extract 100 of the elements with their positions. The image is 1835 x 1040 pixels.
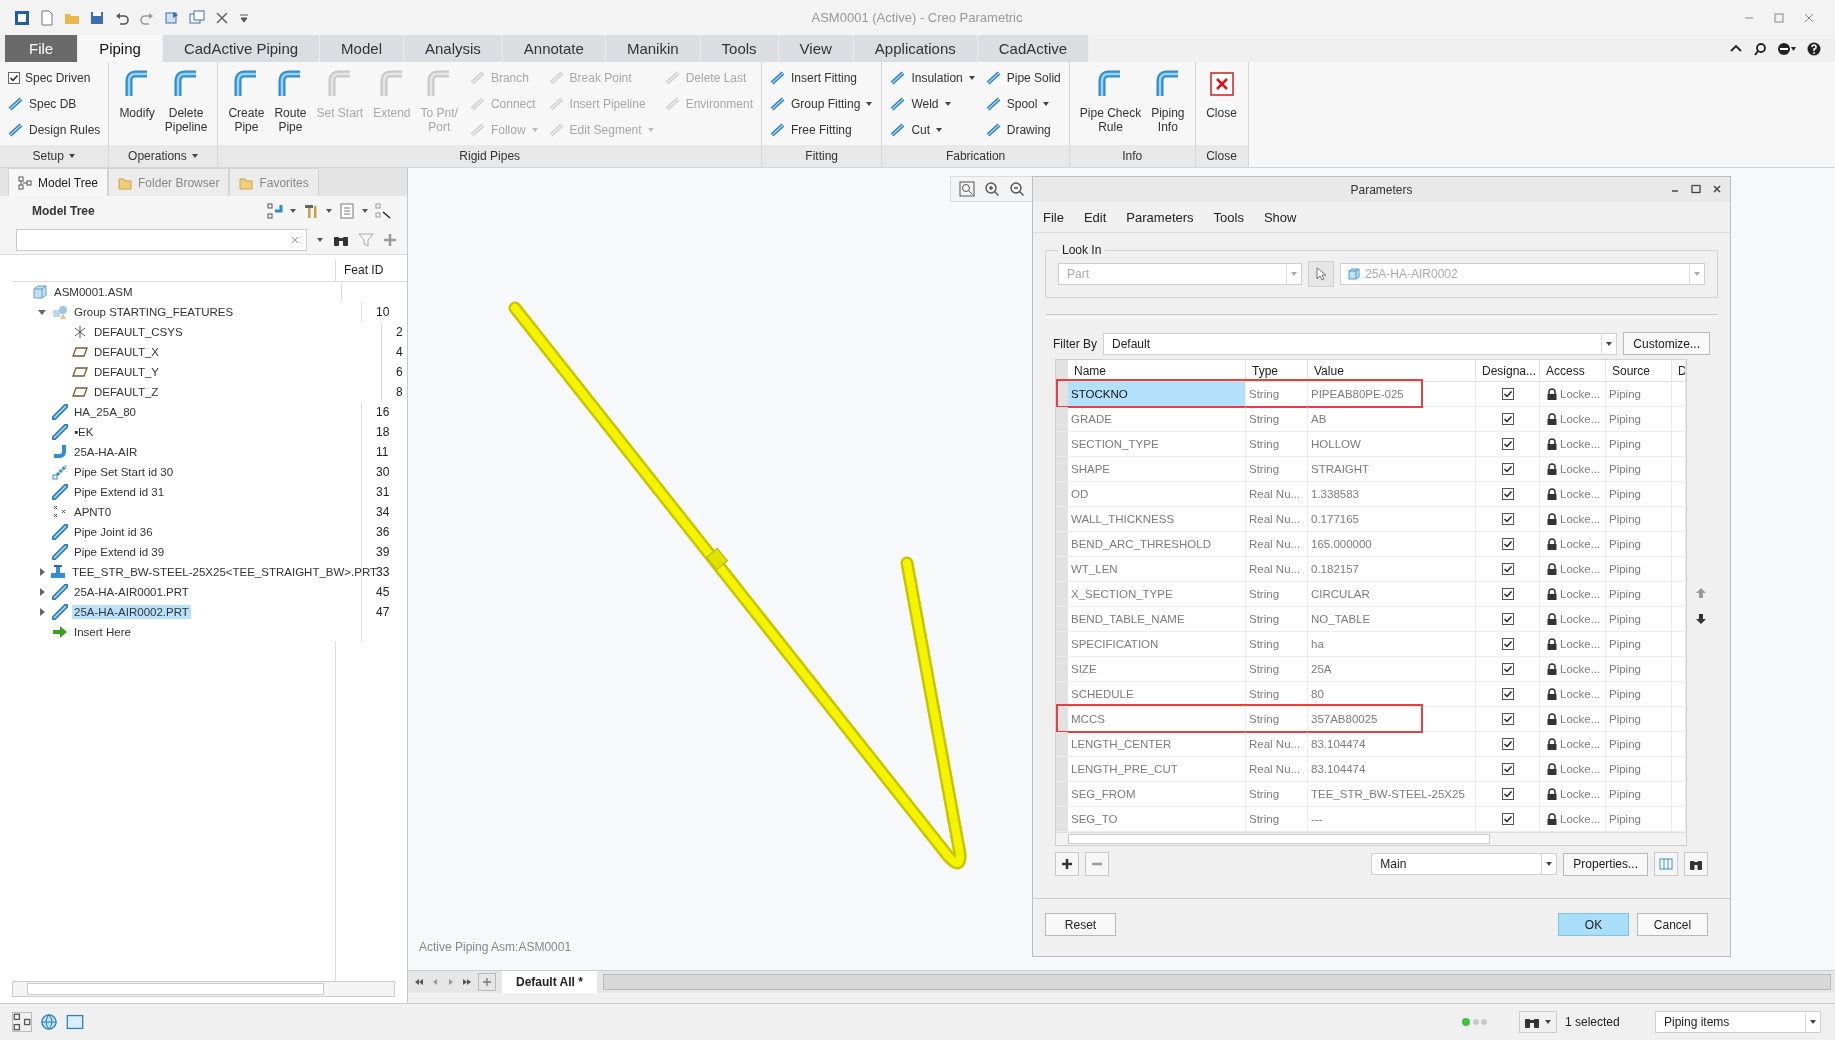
expand-toggle-icon[interactable] bbox=[38, 308, 46, 316]
caret-icon[interactable] bbox=[67, 152, 76, 160]
properties-button[interactable]: Properties... bbox=[1563, 852, 1648, 876]
checkbox[interactable] bbox=[1501, 663, 1514, 675]
table-cell[interactable]: SECTION_TYPE bbox=[1068, 432, 1246, 456]
ribbon-tab[interactable]: Piping bbox=[78, 35, 163, 62]
checkbox[interactable] bbox=[1501, 388, 1514, 400]
tree-item[interactable]: 25A-HA-AIR0002.PRT bbox=[72, 605, 191, 619]
tools-icon[interactable] bbox=[303, 203, 319, 219]
ribbon-button[interactable]: Piping Info bbox=[1147, 66, 1189, 145]
tree-item[interactable]: ASM0001.ASM bbox=[52, 285, 135, 299]
checkbox[interactable] bbox=[1501, 713, 1514, 725]
ribbon-button[interactable]: Weld bbox=[888, 93, 978, 115]
window-icon[interactable] bbox=[66, 1013, 84, 1031]
tree-item[interactable]: Insert Here bbox=[72, 625, 133, 639]
ribbon-tab[interactable]: CadActive bbox=[977, 35, 1090, 62]
checkbox[interactable] bbox=[1501, 488, 1514, 500]
add-icon[interactable] bbox=[383, 233, 397, 247]
checkbox[interactable] bbox=[1501, 538, 1514, 550]
filter-dropdown[interactable]: Default bbox=[1103, 332, 1618, 355]
ribbon-tab[interactable]: CadActive Piping bbox=[162, 35, 321, 62]
regenerate-icon[interactable] bbox=[164, 9, 180, 26]
tree-item[interactable]: Pipe Joint id 36 bbox=[72, 525, 155, 539]
hide-icon[interactable] bbox=[375, 203, 391, 219]
tree-item[interactable]: Group STARTING_FEATURES bbox=[72, 305, 236, 319]
dialog-button[interactable]: OK bbox=[1558, 913, 1629, 936]
menu-item[interactable]: Edit bbox=[1083, 209, 1107, 225]
pick-button[interactable] bbox=[1308, 261, 1334, 287]
dialog-button[interactable]: Reset bbox=[1045, 913, 1116, 936]
tree-item[interactable]: DEFAULT_Y bbox=[92, 365, 161, 379]
remove-button[interactable] bbox=[1085, 852, 1109, 876]
horizontal-scrollbar[interactable] bbox=[12, 981, 395, 997]
column-header[interactable]: Source bbox=[1606, 360, 1672, 381]
checkbox[interactable] bbox=[1501, 763, 1514, 775]
ribbon-tab[interactable]: View bbox=[778, 35, 854, 62]
ribbon-button[interactable]: Create Pipe bbox=[224, 66, 269, 145]
table-cell[interactable]: MCCS bbox=[1068, 707, 1246, 731]
ribbon-tab[interactable]: Tools bbox=[700, 35, 779, 62]
search-icon[interactable] bbox=[1753, 41, 1767, 56]
add-button[interactable] bbox=[1055, 852, 1079, 876]
column-header[interactable]: Type bbox=[1246, 360, 1308, 381]
ribbon-button[interactable]: Delete Pipeline bbox=[160, 66, 212, 145]
table-cell[interactable]: GRADE bbox=[1068, 407, 1246, 431]
checkbox[interactable] bbox=[1501, 813, 1514, 825]
caret-icon[interactable] bbox=[289, 207, 297, 215]
checkbox[interactable] bbox=[1501, 588, 1514, 600]
caret-icon[interactable] bbox=[316, 236, 324, 244]
save-icon[interactable] bbox=[89, 9, 105, 26]
column-header[interactable]: Name bbox=[1068, 360, 1246, 381]
table-cell[interactable]: SHAPE bbox=[1068, 457, 1246, 481]
checkbox[interactable] bbox=[1501, 438, 1514, 450]
document-tab[interactable]: Default All * bbox=[502, 971, 597, 993]
ribbon-button[interactable]: Design Rules bbox=[6, 119, 103, 141]
column-header[interactable]: Access bbox=[1540, 360, 1606, 381]
menu-item[interactable]: File bbox=[1043, 209, 1064, 225]
table-cell[interactable]: LENGTH_CENTER bbox=[1068, 732, 1246, 756]
horizontal-scrollbar[interactable] bbox=[1056, 832, 1686, 845]
tree-item[interactable]: DEFAULT_Z bbox=[92, 385, 161, 399]
caret-icon[interactable] bbox=[190, 152, 199, 160]
checkbox[interactable] bbox=[1501, 788, 1514, 800]
customize-button[interactable]: Customize... bbox=[1623, 332, 1710, 355]
table-cell[interactable]: SEG_TO bbox=[1068, 807, 1246, 831]
column-header[interactable]: Value bbox=[1308, 360, 1476, 381]
ribbon-button[interactable]: Free Fitting bbox=[768, 119, 876, 141]
ribbon-tab[interactable]: Applications bbox=[853, 35, 978, 62]
table-cell[interactable]: WT_LEN bbox=[1068, 557, 1246, 581]
close-window-icon[interactable] bbox=[214, 9, 230, 26]
ribbon-button[interactable]: Drawing bbox=[983, 119, 1063, 141]
table-cell[interactable]: LENGTH_PRE_CUT bbox=[1068, 757, 1246, 781]
selection-filter-dropdown[interactable]: Piping items bbox=[1655, 1011, 1821, 1033]
ribbon-button[interactable]: Pipe Solid bbox=[983, 67, 1063, 89]
menu-item[interactable]: Show bbox=[1263, 209, 1297, 225]
table-cell[interactable]: BEND_TABLE_NAME bbox=[1068, 607, 1246, 631]
zoom-out-icon[interactable] bbox=[1009, 181, 1025, 197]
first-icon[interactable] bbox=[414, 977, 424, 987]
checkbox[interactable] bbox=[1501, 688, 1514, 700]
search-field[interactable] bbox=[16, 229, 307, 251]
ribbon-button[interactable]: Close bbox=[1201, 66, 1242, 145]
table-cell[interactable]: BEND_ARC_THRESHOLD bbox=[1068, 532, 1246, 556]
ribbon-button[interactable]: Route Pipe bbox=[270, 66, 311, 145]
row-header[interactable] bbox=[1056, 682, 1068, 706]
table-cell[interactable]: SCHEDULE bbox=[1068, 682, 1246, 706]
tree-item[interactable]: DEFAULT_X bbox=[92, 345, 161, 359]
find-button[interactable] bbox=[1684, 852, 1708, 876]
tree-item[interactable]: Pipe Set Start id 30 bbox=[72, 465, 176, 479]
checkbox[interactable] bbox=[1501, 738, 1514, 750]
ribbon-button[interactable]: Insert Fitting bbox=[768, 67, 876, 89]
ribbon-tab[interactable]: Analysis bbox=[403, 35, 503, 62]
checkbox[interactable] bbox=[1501, 638, 1514, 650]
checkbox[interactable] bbox=[1501, 563, 1514, 575]
caret-icon[interactable] bbox=[325, 207, 333, 215]
menu-item[interactable]: Tools bbox=[1213, 209, 1244, 225]
tree-icon[interactable] bbox=[12, 1012, 32, 1032]
table-cell[interactable]: SPECIFICATION bbox=[1068, 632, 1246, 656]
table-cell[interactable]: STOCKNO bbox=[1068, 382, 1246, 406]
table-cell[interactable]: SIZE bbox=[1068, 657, 1246, 681]
expand-toggle-icon[interactable] bbox=[38, 588, 46, 596]
tree-item[interactable]: ▪EK bbox=[72, 425, 96, 439]
column-header[interactable]: Designa... bbox=[1476, 360, 1540, 381]
table-cell[interactable]: WALL_THICKNESS bbox=[1068, 507, 1246, 531]
